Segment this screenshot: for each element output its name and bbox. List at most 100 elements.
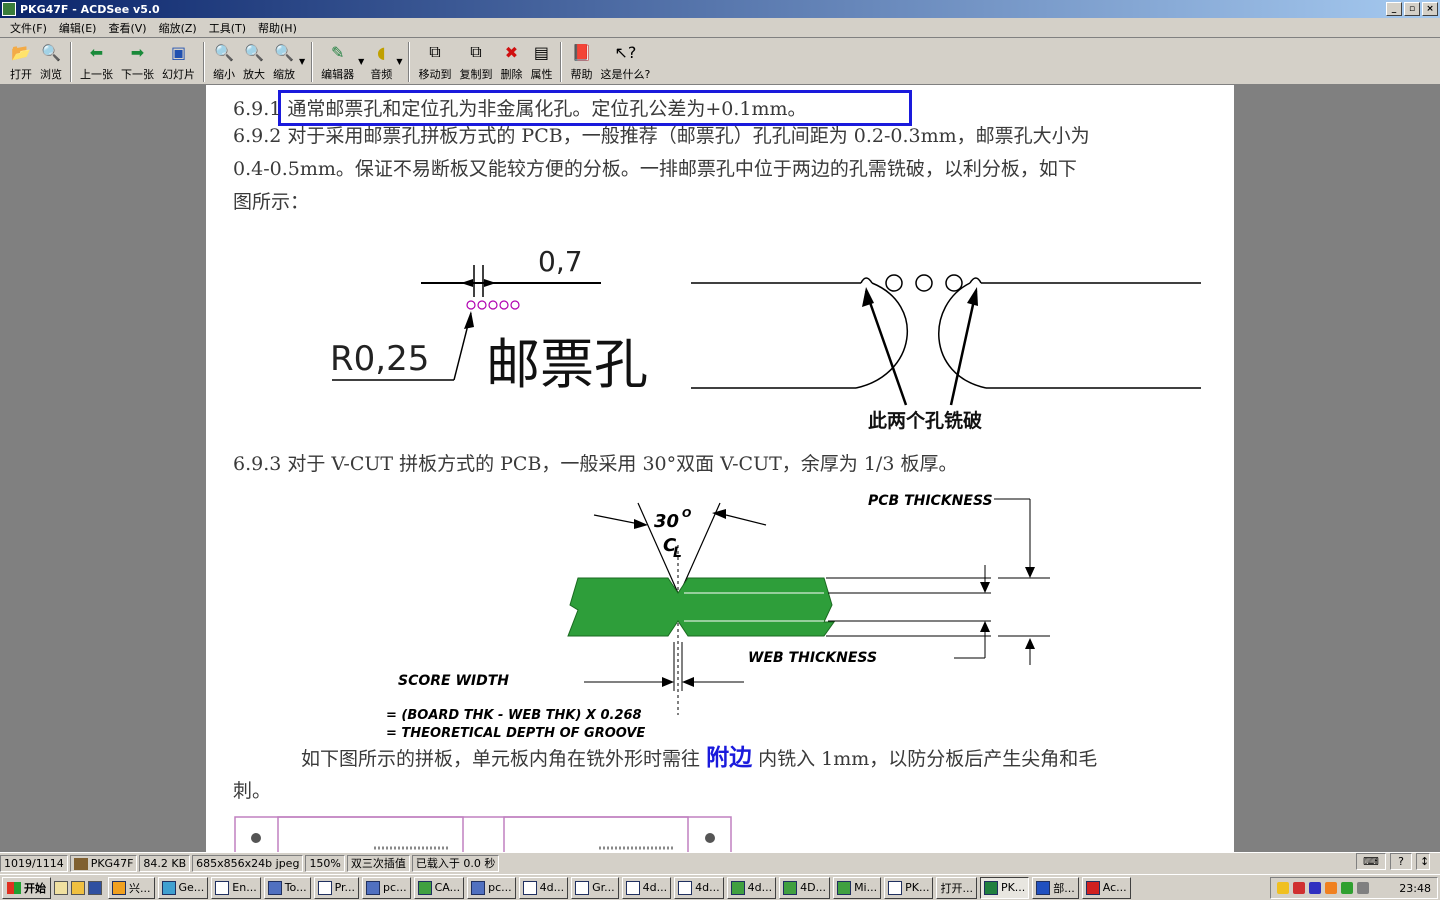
windows-logo-icon (7, 881, 21, 894)
magic-wand-icon: ✎ (330, 42, 345, 62)
zoom-out-button[interactable]: 🔍 缩小 (213, 40, 235, 82)
task-button[interactable]: PK... (884, 876, 934, 899)
tray-icon[interactable] (1341, 882, 1353, 894)
audio-button[interactable]: ◖ 音频 (370, 40, 392, 82)
audio-dropdown-icon[interactable]: ▼ (396, 57, 402, 66)
menu-bar: 文件(F) 编辑(E) 查看(V) 缩放(Z) 工具(T) 帮助(H) (0, 18, 1440, 38)
delete-x-icon: ✖ (504, 42, 519, 62)
help-icon[interactable]: ? (1390, 853, 1412, 870)
task-button[interactable]: pc... (467, 876, 516, 899)
quicklaunch-icon[interactable] (88, 880, 102, 895)
task-button[interactable]: 4d... (518, 876, 569, 899)
task-button[interactable]: Ge... (157, 876, 209, 899)
clock: 23:48 (1399, 881, 1431, 895)
menu-file[interactable]: 文件(F) (4, 20, 53, 36)
move-to-button[interactable]: ⧉ 移动到 (418, 40, 451, 82)
task-button[interactable]: CA... (413, 876, 465, 899)
help-button[interactable]: 📕 帮助 (570, 40, 592, 82)
task-button[interactable]: 部... (1032, 876, 1079, 899)
zoom-dropdown-icon[interactable]: ▼ (299, 57, 305, 66)
whats-this-button[interactable]: ↖? 这是什么? (600, 40, 650, 82)
task-button-active[interactable]: PK... (979, 876, 1030, 899)
task-button[interactable]: 4D... (779, 876, 831, 899)
tray-icon[interactable] (1309, 882, 1321, 894)
task-button[interactable]: 兴... (108, 876, 155, 899)
slideshow-icon: ▣ (170, 42, 187, 62)
copy-to-button[interactable]: ⧉ 复制到 (459, 40, 492, 82)
zoom-button[interactable]: 🔍 缩放 (273, 40, 295, 82)
toolbar: 📂 打开 🔍 浏览 ⬅ 上一张 ➡ 下一张 ▣ 幻灯片 🔍 缩小 🔍 放大 🔍 缩放 ▼ ✎ 编辑… (0, 38, 1440, 85)
task-button[interactable]: 4d... (674, 876, 724, 899)
para-6-9-2-line3: 图所示： (233, 191, 310, 213)
zoom-in-button[interactable]: 🔍 放大 (243, 40, 265, 82)
task-button[interactable]: Gr... (571, 876, 619, 899)
task-button[interactable]: pc... (362, 876, 411, 899)
delete-button[interactable]: ✖ 删除 (500, 40, 522, 82)
close-button[interactable]: × (1422, 2, 1438, 16)
keyboard-icon[interactable]: ⌨ (1356, 853, 1386, 870)
para-6-9-2-line2: 0.4-0.5mm。保证不易断板又能较方便的分板。一排邮票孔中位于两边的孔需铣破… (233, 158, 1077, 180)
fig2-formula-1: = (BOARD THK - WEB THK) X 0.268 (386, 708, 642, 723)
show-desktop-icon[interactable] (54, 880, 68, 895)
minimize-button[interactable]: _ (1386, 2, 1402, 16)
restore-button[interactable]: ▫ (1404, 2, 1420, 16)
editor-button[interactable]: ✎ 编辑器 (321, 40, 354, 82)
arrow-right-icon: ➡ (130, 42, 145, 62)
slideshow-button[interactable]: ▣ 幻灯片 (162, 40, 195, 82)
fig2-centerline-sub: L (673, 545, 682, 561)
browse-button[interactable]: 🔍 浏览 (40, 40, 62, 82)
menu-tools[interactable]: 工具(T) (203, 20, 252, 36)
task-button[interactable]: En... (211, 876, 261, 899)
jpeg-file-icon (73, 858, 88, 870)
help-book-icon: 📕 (571, 42, 592, 62)
open-button[interactable]: 📂 打开 (10, 40, 32, 82)
zoom-out-icon: 🔍 (214, 42, 234, 62)
status-filesize: 84.2 KB (139, 855, 191, 872)
taskbar: 开始 兴... Ge... En... To... Pr... pc... CA… (0, 874, 1440, 900)
window-title: PKG47F - ACDSee v5.0 (20, 2, 160, 16)
para-6-9-2-line1: 6.9.2 对于采用邮票孔拼板方式的 PCB，一般推荐（邮票孔）孔孔间距为 0.… (233, 125, 1090, 147)
scroll-arrows-icon[interactable]: ↕ (1416, 853, 1430, 870)
image-viewer[interactable]: 6.9.1 通常邮票孔和定位孔为非金属化孔。定位孔公差为+0.1mm。 6.9.… (0, 85, 1440, 852)
fig2-formula-2: = THEORETICAL DEPTH OF GROOVE (386, 726, 645, 741)
para-6-9-3: 6.9.3 对于 V-CUT 拼板方式的 PCB，一般采用 30°双面 V-CU… (233, 453, 958, 475)
menu-zoom[interactable]: 缩放(Z) (153, 20, 203, 36)
fig2-web-thickness: WEB THICKNESS (748, 650, 877, 666)
tray-icon[interactable] (1293, 882, 1305, 894)
para-6-9-4-line2: 刺。 (233, 780, 272, 802)
task-list: 兴... Ge... En... To... Pr... pc... CA...… (108, 876, 1134, 899)
start-button[interactable]: 开始 (2, 876, 51, 899)
menu-edit[interactable]: 编辑(E) (53, 20, 103, 36)
para-6-9-4-emph: 附边 (706, 744, 753, 771)
browse-icon: 🔍 (41, 42, 61, 62)
folder-open-icon: 📂 (11, 42, 31, 62)
task-button[interactable]: Mi... (833, 876, 882, 899)
task-button[interactable]: To... (263, 876, 311, 899)
task-button[interactable]: 4d... (621, 876, 672, 899)
menu-view[interactable]: 查看(V) (102, 20, 152, 36)
editor-dropdown-icon[interactable]: ▼ (358, 57, 364, 66)
fig1-dimension: 0,7 (538, 245, 583, 278)
whats-this-icon: ↖? (614, 42, 637, 62)
tray-icon[interactable] (1325, 882, 1337, 894)
move-icon: ⧉ (429, 42, 441, 61)
status-filename: PKG47F (69, 855, 138, 872)
status-filter: 双三次插值 (346, 855, 410, 872)
status-dimensions: 685x856x24b jpeg (192, 855, 304, 872)
tray-icon[interactable] (1357, 882, 1369, 894)
next-image-button[interactable]: ➡ 下一张 (121, 40, 154, 82)
task-button[interactable]: 打开... (936, 876, 977, 899)
status-bar: 1019/1114 PKG47F 84.2 KB 685x856x24b jpe… (0, 852, 1440, 874)
menu-help[interactable]: 帮助(H) (252, 20, 303, 36)
stamp-hole-figure: 0,7 R0,25 邮票孔 此两个孔铣破 (330, 245, 1201, 432)
task-button[interactable]: 4d... (726, 876, 777, 899)
quicklaunch-icon[interactable] (71, 880, 85, 895)
tray-icon[interactable] (1277, 882, 1289, 894)
task-button[interactable]: Pr... (313, 876, 360, 899)
prev-image-button[interactable]: ⬅ 上一张 (80, 40, 113, 82)
v-cut-figure: 30 O C L PCB THICKNESS WEB THICKNESS SCO… (386, 493, 1050, 741)
task-button[interactable]: Ac... (1081, 876, 1131, 899)
properties-button[interactable]: ▤ 属性 (530, 40, 552, 82)
para-6-9-4-b: 内铣入 1mm，以防分板后产生尖角和毛 (758, 748, 1098, 770)
properties-icon: ▤ (533, 42, 550, 62)
